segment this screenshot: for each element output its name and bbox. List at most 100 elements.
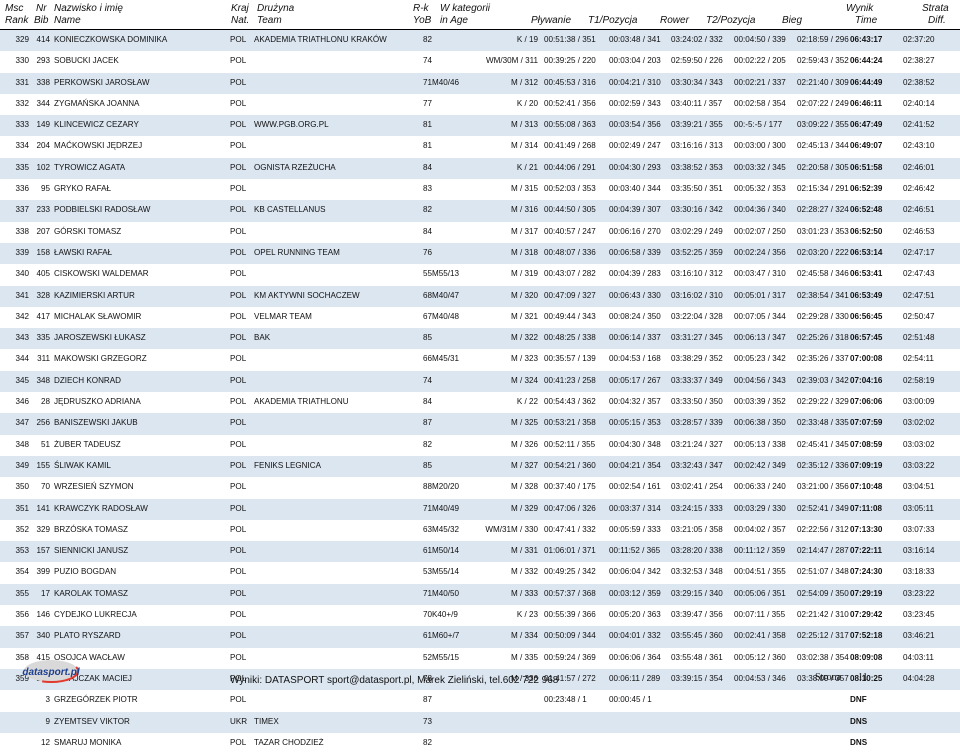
yob-cell: 84 — [423, 226, 433, 236]
nat-cell: POL — [230, 737, 247, 747]
name-cell: WRZESIEŃ SZYMON — [54, 482, 134, 492]
name-cell: CYDEJKO LUKRECJA — [54, 610, 137, 620]
bike-cell: 03:35:50 / 351 — [671, 184, 723, 194]
t2-cell: 00:05:13 / 338 — [734, 439, 786, 449]
name-cell: KONIECZKOWSKA DOMINIKA — [54, 35, 168, 44]
header-wynik: Wynik — [846, 3, 874, 14]
team-cell: AKADEMIA TRIATHLONU — [254, 397, 349, 407]
table-row: 345 348 DZIECH KONRAD POL 74 M / 324 00:41:23 … — [0, 370, 960, 393]
swim-cell: 00:41:49 / 268 — [544, 141, 596, 151]
table-row: 351 141 KRAWCZYK RADOSŁAW POL 71M40/49 M / 32… — [0, 498, 960, 520]
t2-cell: 00:02:07 / 250 — [734, 226, 786, 236]
bib-cell: 146 — [36, 610, 50, 620]
category-cell: M / 312 — [511, 77, 538, 87]
run-cell: 02:52:41 / 349 — [797, 503, 849, 513]
nat-cell: POL — [230, 77, 247, 87]
t1-cell: 00:04:39 / 283 — [609, 269, 661, 279]
t2-cell: 00:02:42 / 349 — [734, 460, 786, 470]
category-cell: M / 317 — [511, 226, 538, 236]
table-row: 347 256 BANISZEWSKI JAKUB POL 87 M / 325 00:53… — [0, 413, 960, 435]
bib-cell: 233 — [36, 205, 50, 215]
diff-cell: 02:38:52 — [903, 77, 935, 87]
header-diff: Diff. — [928, 15, 946, 26]
rank-cell: 331 — [15, 77, 29, 87]
t2-cell: 00:06:33 / 240 — [734, 482, 786, 492]
nat-cell: POL — [230, 588, 247, 598]
swim-cell: 00:41:23 / 258 — [544, 375, 596, 385]
t2-cell: 00:05:06 / 351 — [734, 588, 786, 598]
nat-cell: POL — [230, 567, 247, 577]
diff-cell: 03:46:21 — [903, 631, 935, 641]
bike-cell: 03:38:29 / 352 — [671, 354, 723, 364]
run-cell: 02:20:58 / 305 — [797, 162, 849, 172]
bike-cell: 03:22:04 / 328 — [671, 311, 723, 321]
bike-cell: 03:39:47 / 356 — [671, 610, 723, 620]
header-time: Time — [855, 15, 878, 26]
t2-cell: 00:05:32 / 353 — [734, 184, 786, 194]
bib-cell: 399 — [36, 567, 50, 577]
rank-cell: 336 — [15, 184, 29, 194]
run-cell: 02:45:58 / 346 — [797, 269, 849, 279]
swim-cell: 00:23:48 / 1 — [544, 695, 587, 705]
nat-cell: UKR — [230, 716, 248, 726]
name-cell: SOBUCKI JACEK — [54, 56, 119, 66]
header-nr: Nr — [36, 3, 47, 14]
diff-cell: 02:54:11 — [903, 354, 934, 364]
yob-cell: 87 — [423, 695, 433, 705]
rank-cell: 334 — [15, 141, 29, 151]
swim-cell: 00:57:37 / 368 — [544, 588, 596, 598]
nat-cell: POL — [230, 226, 247, 236]
rank-cell: 345 — [15, 375, 29, 385]
yob-cell: 87 — [423, 418, 433, 428]
t2-cell: 00:03:00 / 300 — [734, 141, 786, 151]
name-cell: GÓRSKI TOMASZ — [54, 226, 122, 236]
time-cell: 06:52:50 — [850, 226, 883, 236]
run-cell: 02:29:28 / 330 — [797, 311, 849, 321]
t1-cell: 00:05:20 / 363 — [609, 610, 661, 620]
team-cell: FENIKS LEGNICA — [254, 460, 322, 470]
header-wkat: W kategorii — [440, 3, 491, 14]
diff-cell: 02:58:19 — [903, 375, 935, 385]
bike-cell: 03:16:10 / 312 — [671, 269, 723, 279]
bib-cell: 102 — [36, 162, 50, 172]
table-row: 343 335 JAROSZEWSKI ŁUKASZ POL BAK 85 M / 322 0… — [0, 328, 960, 350]
swim-cell: 00:52:03 / 353 — [544, 184, 596, 194]
time-cell: DNS — [850, 716, 868, 726]
rank-cell: 338 — [15, 226, 29, 236]
team-cell: OPEL RUNNING TEAM — [254, 247, 340, 257]
bib-cell: 149 — [36, 120, 50, 130]
name-cell: GRYKO RAFAŁ — [54, 184, 111, 194]
time-cell: 06:49:07 — [850, 141, 883, 151]
t2-cell: 00:-5:-5 / 177 — [734, 120, 783, 130]
bike-cell: 03:16:02 / 310 — [671, 290, 723, 300]
rank-cell: 341 — [15, 290, 29, 300]
page-number: 11 — [858, 672, 868, 683]
name-cell: MAKOWSKI GRZEGORZ — [54, 354, 147, 364]
run-cell: 02:25:26 / 318 — [797, 333, 849, 343]
nat-cell: POL — [230, 162, 247, 172]
diff-cell: 03:16:14 — [903, 546, 935, 556]
time-cell: 07:22:11 — [850, 546, 882, 556]
swim-cell: 00:44:06 / 291 — [544, 162, 596, 172]
t1-cell: 00:03:40 / 344 — [609, 184, 661, 194]
run-cell: 02:07:22 / 249 — [797, 98, 849, 108]
diff-cell: 02:46:01 — [903, 162, 935, 172]
category-cell: K / 19 — [516, 35, 538, 44]
table-row: 337 233 PODBIELSKI RADOSŁAW POL KB CASTELLAN… — [0, 200, 960, 222]
t2-cell: 00:04:02 / 357 — [734, 524, 786, 534]
t1-cell: 00:03:54 / 356 — [609, 120, 661, 130]
time-cell: 07:24:30 — [850, 567, 883, 577]
bib-cell: 12 — [40, 737, 50, 747]
name-cell: ŻUBER TADEUSZ — [54, 439, 121, 449]
page-label: Strona — [815, 672, 842, 683]
t1-cell: 00:04:21 / 354 — [609, 460, 661, 470]
bike-cell: 03:24:15 / 333 — [671, 503, 723, 513]
header-rk: R-k — [413, 3, 429, 14]
datasport-logo: datasport.pl — [22, 659, 80, 683]
name-cell: PLATO RYSZARD — [54, 631, 121, 641]
name-cell: PUZIO BOGDAN — [54, 567, 117, 577]
swim-cell: 00:37:40 / 175 — [544, 482, 596, 492]
t2-cell: 00:11:12 / 359 — [734, 546, 786, 556]
name-cell: KAZIMIERSKI ARTUR — [54, 290, 135, 300]
swim-cell: 00:47:06 / 326 — [544, 503, 596, 513]
